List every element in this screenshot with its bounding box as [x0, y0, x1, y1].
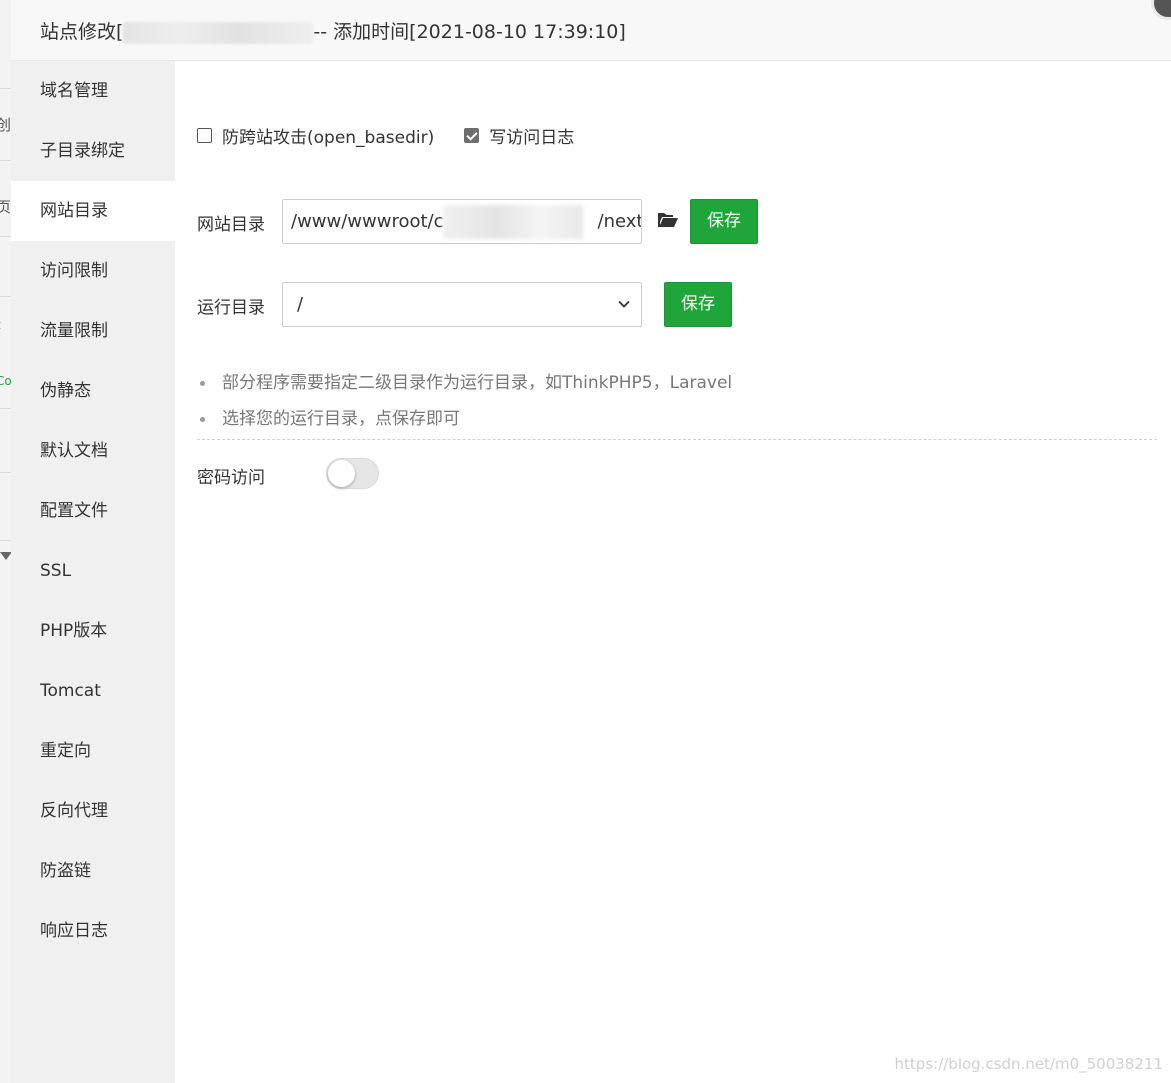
background-glyph: Co — [0, 374, 12, 388]
open-basedir-checkbox[interactable] — [197, 128, 212, 143]
site-dir-value-end: /nextc — [597, 211, 641, 232]
site-dir-label: 网站目录 — [197, 215, 265, 235]
sidebar-item-hotlink-protection[interactable]: 防盗链 — [11, 841, 175, 901]
watermark: https://blog.csdn.net/m0_50038211 — [894, 1055, 1163, 1073]
save-site-dir-button[interactable]: 保存 — [690, 199, 758, 244]
toggle-knob — [328, 460, 355, 487]
sidebar-item-config-file[interactable]: 配置文件 — [11, 481, 175, 541]
sidebar-item-traffic-limit[interactable]: 流量限制 — [11, 301, 175, 361]
sidebar-item-rewrite[interactable]: 伪静态 — [11, 361, 175, 421]
sidebar-item-access-limit[interactable]: 访问限制 — [11, 241, 175, 301]
title-prefix: 站点修改[ — [40, 21, 124, 43]
tip-item: 部分程序需要指定二级目录作为运行目录，如ThinkPHP5，Laravel — [197, 369, 732, 405]
sidebar-item-php-version[interactable]: PHP版本 — [11, 601, 175, 661]
dialog-title: 站点修改[ -- 添加时间[2021-08-10 17:39:10] — [40, 17, 626, 44]
password-access-toggle[interactable] — [326, 458, 379, 489]
sidebar-item-ssl[interactable]: SSL — [11, 541, 175, 601]
dialog-title-bar: 站点修改[ -- 添加时间[2021-08-10 17:39:10] — [11, 0, 1171, 61]
sidebar-item-default-doc[interactable]: 默认文档 — [11, 421, 175, 481]
sidebar-item-redirect[interactable]: 重定向 — [11, 721, 175, 781]
chevron-down-icon — [618, 300, 630, 308]
site-dir-value-start: /www/wwwroot/c — [291, 211, 444, 232]
site-dir-panel: 防跨站攻击(open_basedir) 写访问日志 网站目录 /www/wwwr… — [175, 61, 1171, 1083]
background-glyph: 页 — [0, 198, 12, 216]
site-edit-dialog: 站点修改[ -- 添加时间[2021-08-10 17:39:10] 域名管理 子… — [11, 0, 1171, 1083]
close-button[interactable] — [1151, 0, 1171, 20]
tip-item: 选择您的运行目录，点保存即可 — [197, 405, 732, 441]
sidebar-item-site-dir[interactable]: 网站目录 — [11, 181, 175, 241]
sidebar: 域名管理 子目录绑定 网站目录 访问限制 流量限制 伪静态 默认文档 配置文件 … — [11, 61, 175, 1083]
sidebar-item-subdir-binding[interactable]: 子目录绑定 — [11, 121, 175, 181]
access-log-checkbox[interactable] — [464, 128, 480, 143]
access-log-option[interactable]: 写访问日志 — [464, 123, 574, 148]
title-suffix: -- 添加时间[2021-08-10 17:39:10] — [313, 21, 626, 43]
sidebar-item-reverse-proxy[interactable]: 反向代理 — [11, 781, 175, 841]
folder-open-icon[interactable] — [657, 211, 679, 229]
background-glyph: t — [0, 318, 1, 332]
options-row: 防跨站攻击(open_basedir) 写访问日志 — [197, 123, 604, 148]
page: 创 页 t Co 站点修改[ -- 添加时间[2021-08-10 17:39:1… — [0, 0, 1171, 1083]
sidebar-item-response-log[interactable]: 响应日志 — [11, 901, 175, 961]
sidebar-item-domain[interactable]: 域名管理 — [11, 61, 175, 121]
dashed-divider — [197, 439, 1157, 440]
run-dir-select[interactable]: / — [282, 282, 642, 327]
redacted-site-name — [123, 21, 314, 44]
redacted-path — [443, 205, 583, 239]
background-glyph: 创 — [0, 116, 12, 134]
sidebar-item-tomcat[interactable]: Tomcat — [11, 661, 175, 721]
run-dir-selected: / — [297, 294, 304, 315]
run-dir-label: 运行目录 — [197, 298, 265, 318]
open-basedir-label: 防跨站攻击(open_basedir) — [222, 128, 435, 148]
save-run-dir-button[interactable]: 保存 — [664, 282, 732, 327]
help-tips: 部分程序需要指定二级目录作为运行目录，如ThinkPHP5，Laravel 选择… — [197, 369, 732, 441]
password-access-label: 密码访问 — [197, 468, 265, 488]
open-basedir-option[interactable]: 防跨站攻击(open_basedir) — [197, 123, 434, 148]
site-dir-input[interactable]: /www/wwwroot/c/nextc — [282, 199, 642, 244]
access-log-label: 写访问日志 — [489, 128, 575, 148]
